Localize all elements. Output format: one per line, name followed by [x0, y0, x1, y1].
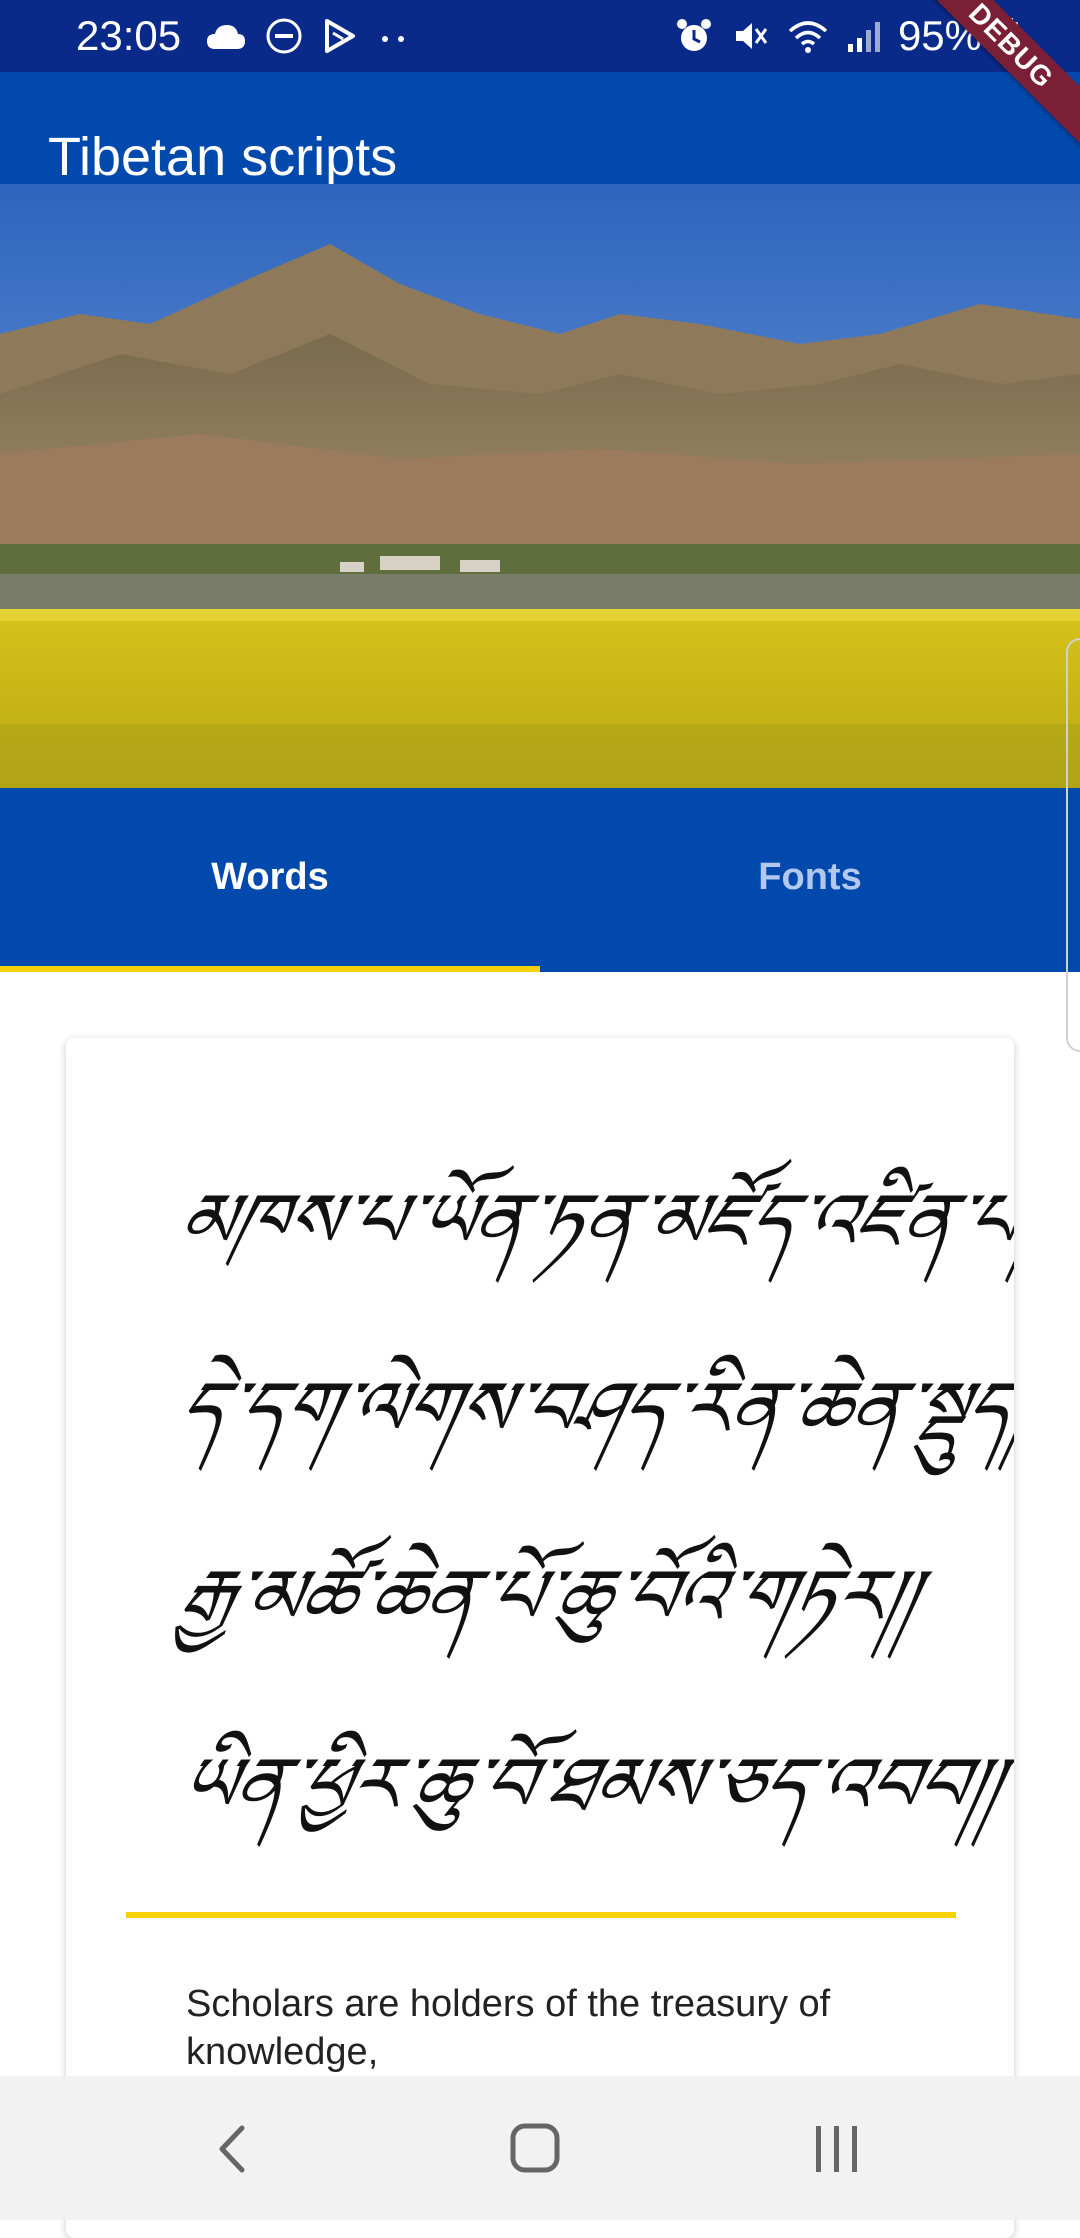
home-button[interactable] [495, 2114, 575, 2184]
tab-fonts[interactable]: Fonts [540, 788, 1080, 966]
verse-card: མཁས་པ་ཡོན་ཏན་མཛོད་འཛིན་པ།། དེ་དག་ལེགས་བཤ… [66, 1038, 1014, 2238]
navigation-bar [0, 2076, 1080, 2220]
wifi-icon [788, 21, 828, 53]
divider [126, 1912, 956, 1918]
tab-indicator [0, 966, 540, 972]
tab-bar: Words Fonts [0, 788, 1080, 972]
app-bar: Tibetan scripts [0, 72, 1080, 187]
page-title: Tibetan scripts [48, 127, 398, 187]
status-left-icons [205, 14, 411, 58]
signal-icon [847, 22, 880, 52]
edge-panel-handle[interactable] [1066, 638, 1080, 1052]
more-dots-icon [382, 36, 404, 42]
status-time: 23:05 [76, 12, 182, 59]
play-store-icon [325, 19, 355, 53]
cloud-icon [207, 25, 245, 49]
mute-icon [735, 23, 768, 49]
tibetan-script-line: མཁས་པ་ཡོན་ཏན་མཛོད་འཛིན་པ།། [171, 1176, 1014, 1265]
landscape-illustration [0, 184, 1080, 788]
status-bar: 23:05 95% [0, 0, 1080, 72]
tab-words[interactable]: Words [0, 788, 540, 966]
tibetan-script-line: རྒྱ་མཚོ་ཆེན་པོ་ཆུ་བོའི་གཏེར།། [171, 1552, 927, 1641]
recents-icon [816, 2126, 857, 2172]
back-button[interactable] [194, 2114, 274, 2184]
translation-text: Scholars are holders of the treasury of … [186, 1983, 831, 2073]
tibetan-script-line: དེ་དག་ལེགས་བཤད་རིན་ཆེན་སྡུད།། [171, 1364, 1014, 1453]
recents-button[interactable] [798, 2114, 878, 2184]
back-icon [219, 2125, 245, 2173]
home-icon [510, 2123, 560, 2173]
do-not-disturb-icon [266, 18, 302, 54]
hero-image [0, 184, 1080, 788]
tibetan-script-line: ཡིན་ཕྱིར་ཆུ་བོ་ཐམས་ཅད་འབབ།། [171, 1740, 1011, 1829]
alarm-icon [676, 19, 711, 51]
